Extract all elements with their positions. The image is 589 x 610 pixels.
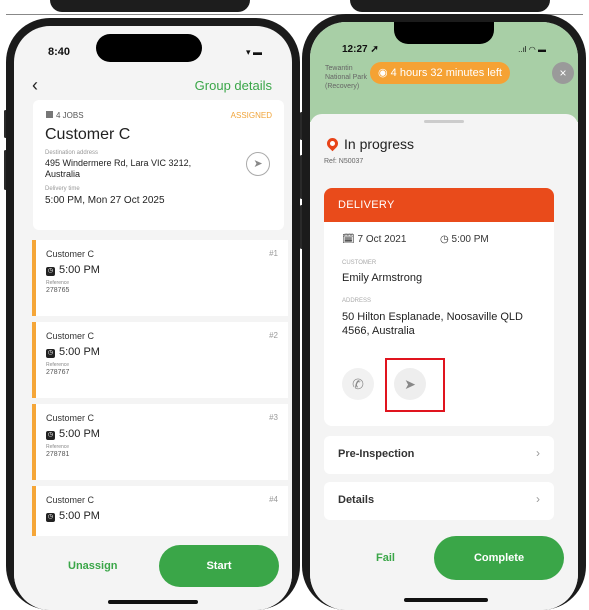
status-badge: ASSIGNED [230,111,272,120]
map-label: Tewantin National Park (Recovery) [325,65,368,90]
customer-name: Emily Armstrong [342,272,423,284]
job-customer: Customer C [46,413,95,423]
job-ref: 278767 [46,369,70,376]
job-ref: Ref: N50037 [324,158,364,165]
clock-icon: ◉ [378,67,388,79]
time-remaining-pill: ◉ 4 hours 32 minutes left [370,62,510,84]
destination-label: Destination address [45,150,99,156]
clock-icon: ◷ [46,513,55,522]
jobs-count: 4 JOBS [46,111,84,120]
notch [394,22,494,44]
chevron-right-icon: › [536,492,540,506]
job-number: #3 [269,413,278,422]
page-title: Group details [194,78,272,93]
job-card[interactable]: Customer C #2 ◷ 5:00 PM Reference 278767 [32,322,288,398]
pre-inspection-row[interactable]: Pre-Inspection › [324,436,554,474]
job-number: #1 [269,249,278,258]
location-pin-icon [324,135,341,152]
sheet-grabber[interactable] [424,120,464,123]
status-icons: ..ıl ◠ ▬ [518,45,546,54]
back-icon[interactable]: ‹ [32,75,38,96]
job-time-label: 5:00 PM [59,346,100,358]
status-time: 12:27 ➚ [342,44,379,55]
job-number: #4 [269,495,278,504]
job-number: #2 [269,331,278,340]
row-label: Details [338,494,375,506]
job-time-label: 5:00 PM [59,428,100,440]
status-time: 8:40 [48,46,71,58]
clock-icon: ◷ [440,234,449,245]
right-screen: 12:27 ➚ ..ıl ◠ ▬ Tewantin National Park … [310,22,578,610]
unassign-button[interactable]: Unassign [68,560,118,572]
job-customer: Customer C [46,249,95,259]
delivery-time: ◷ 5:00 PM [440,234,489,245]
home-indicator [404,598,488,602]
job-time-label: 5:00 PM [59,264,100,276]
job-customer: Customer C [46,495,95,505]
right-phone: 12:27 ➚ ..ıl ◠ ▬ Tewantin National Park … [302,14,586,610]
customer-label: CUSTOMER [342,260,377,266]
phone-icon[interactable]: ✆ [342,368,374,400]
job-time: ◷ 5:00 PM [46,510,100,522]
job-ref-label: Reference [46,362,70,368]
fail-button[interactable]: Fail [376,552,395,564]
delivery-time-label: Delivery time [45,186,80,192]
left-screen: 8:40 ▾ ▬ ‹ Group details 4 JOBS ASSIGNED… [14,26,292,610]
group-summary-card: 4 JOBS ASSIGNED Customer C Destination a… [33,100,284,230]
destination-address: 495 Windermere Rd, Lara VIC 3212, Austra… [45,158,192,179]
job-customer: Customer C [46,331,95,341]
highlight-box [385,358,445,412]
jobs-count-label: 4 JOBS [56,111,84,120]
chevron-right-icon: › [536,446,540,460]
time-remaining: 4 hours 32 minutes left [390,67,502,79]
close-icon[interactable]: × [552,62,574,84]
delivery-time-label: 5:00 PM [451,234,489,245]
clock-icon: ◷ [46,431,55,440]
delivery-header: DELIVERY [324,188,554,222]
address-label: ADDRESS [342,298,372,304]
delivery-date: 🗓 7 Oct 2021 [342,234,406,245]
job-time: ◷ 5:00 PM [46,428,100,440]
dynamic-island [96,34,202,62]
job-ref: 278765 [46,287,70,294]
job-state: In progress [344,136,415,152]
job-ref-label: Reference [46,280,70,286]
top-phone-fragment-right [350,0,550,12]
job-ref-label: Reference [46,444,70,450]
job-card[interactable]: Customer C #3 ◷ 5:00 PM Reference 278781 [32,404,288,480]
complete-button[interactable]: Complete [434,536,564,580]
delivery-card: DELIVERY 🗓 7 Oct 2021 ◷ 5:00 PM CUSTOMER… [324,188,554,426]
delivery-date-label: 7 Oct 2021 [357,234,407,245]
address: 50 Hilton Esplanade, Noosaville QLD 4566… [342,311,523,337]
home-indicator [108,600,198,604]
stack-icon [46,111,53,118]
calendar-icon: 🗓 [342,234,355,245]
top-phone-fragment-left [50,0,250,12]
job-card[interactable]: Customer C #1 ◷ 5:00 PM Reference 278765 [32,240,288,316]
job-time: ◷ 5:00 PM [46,346,100,358]
row-label: Pre-Inspection [338,448,415,460]
left-phone: 8:40 ▾ ▬ ‹ Group details 4 JOBS ASSIGNED… [6,18,300,610]
job-time: ◷ 5:00 PM [46,264,100,276]
clock-icon: ◷ [46,349,55,358]
details-row[interactable]: Details › [324,482,554,520]
clock-icon: ◷ [46,267,55,276]
job-ref: 278781 [46,451,70,458]
customer-name: Customer C [45,126,131,143]
job-time-label: 5:00 PM [59,510,100,522]
delivery-time: 5:00 PM, Mon 27 Oct 2025 [45,195,165,206]
status-icons: ▾ ▬ [245,47,262,57]
navigate-icon[interactable]: ➤ [246,152,270,176]
start-button[interactable]: Start [159,545,279,587]
